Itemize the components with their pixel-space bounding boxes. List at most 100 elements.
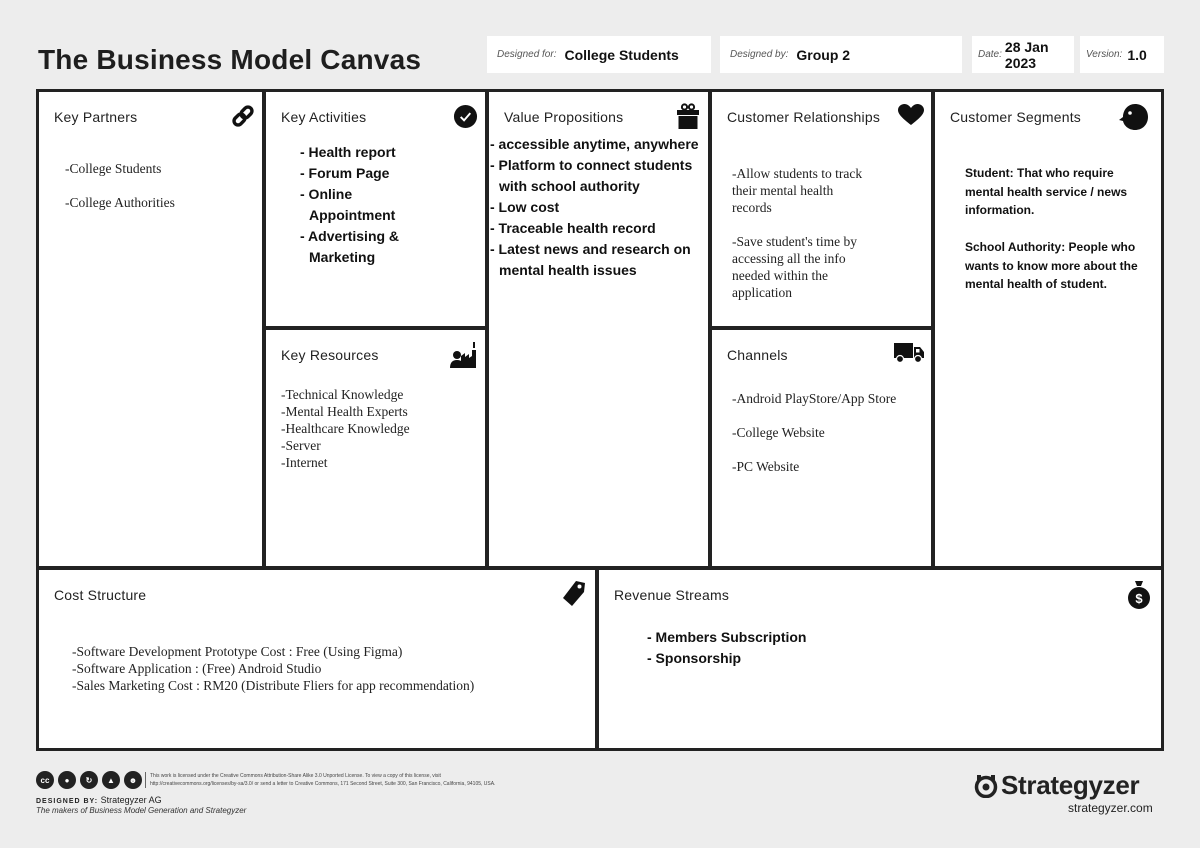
value-propositions-content: - accessible anytime, anywhere - Platfor… (490, 134, 699, 281)
cc-nc-icon: ▲ (102, 771, 120, 789)
checkmark-icon (453, 104, 478, 129)
heart-icon (898, 104, 924, 125)
page-title: The Business Model Canvas (38, 44, 422, 75)
list-item: accessing all the info (732, 251, 846, 266)
date-value: 28 Jan 2023 (1004, 38, 1049, 71)
cc-icon: cc (36, 771, 54, 789)
designed-by-value: Group 2 (796, 46, 851, 63)
svg-text:$: $ (1135, 591, 1143, 606)
money-bag-icon: $ (1128, 581, 1150, 609)
value-propositions-title: Value Propositions (504, 109, 624, 125)
revenue-streams-block[interactable]: Revenue Streams $ - Members Subscription… (599, 570, 1161, 748)
customer-relationships-content: -Allow students to track their mental he… (732, 165, 862, 301)
date-field[interactable]: Date: 28 Jan 2023 (972, 36, 1074, 73)
list-item: - Platform to connect students (490, 157, 693, 173)
cost-structure-content: -Software Development Prototype Cost : F… (72, 643, 474, 694)
cc-by-icon: ● (58, 771, 76, 789)
list-item: - Online (300, 186, 353, 202)
strategyzer-logo-icon (974, 774, 998, 798)
list-item: with school authority (499, 178, 640, 194)
customer-segments-block[interactable]: Customer Segments Student: That who requ… (935, 92, 1161, 566)
list-item: -College Authorities (65, 195, 175, 210)
channels-title: Channels (727, 347, 788, 363)
cost-structure-block[interactable]: Cost Structure -Software Development Pro… (39, 570, 595, 748)
version-field[interactable]: Version: 1.0 (1080, 36, 1164, 73)
designed-for-field[interactable]: Designed for: College Students (487, 36, 711, 73)
list-item: -College Website (732, 425, 825, 440)
list-item: -Technical Knowledge (281, 387, 404, 402)
list-item: - accessible anytime, anywhere (490, 136, 699, 152)
factory-worker-icon (450, 342, 476, 368)
truck-icon (894, 343, 924, 364)
face-icon (1119, 104, 1148, 130)
revenue-streams-content: - Members Subscription - Sponsorship (647, 627, 806, 669)
list-item: School Authority: People who (965, 240, 1136, 254)
list-item: -PC Website (732, 459, 800, 474)
customer-relationships-title: Customer Relationships (727, 109, 881, 125)
list-item: - Health report (300, 144, 396, 160)
value-propositions-block[interactable]: Value Propositions - accessible anytime,… (489, 92, 708, 566)
list-item: needed within the (732, 268, 828, 283)
designed-for-label: Designed for: (497, 49, 557, 60)
list-item: Marketing (309, 249, 376, 265)
list-item: -Mental Health Experts (281, 404, 408, 419)
list-item: - Sponsorship (647, 650, 742, 666)
channels-block[interactable]: Channels -Android PlayStore/App Store -C… (712, 330, 931, 566)
customer-segments-title: Customer Segments (950, 109, 1082, 125)
list-item: -Server (281, 438, 321, 453)
cc-sa-icon: ↻ (80, 771, 98, 789)
key-activities-block[interactable]: Key Activities - Health report - Forum P… (266, 92, 485, 326)
list-item: -Android PlayStore/App Store (732, 391, 897, 406)
version-value: 1.0 (1127, 46, 1147, 63)
list-item: information. (965, 203, 1035, 217)
list-item: -College Students (65, 161, 162, 176)
key-partners-block[interactable]: Key Partners -College Students -College … (39, 92, 262, 566)
designed-by-field[interactable]: Designed by: Group 2 (720, 36, 962, 73)
list-item: - Forum Page (300, 165, 390, 181)
channels-content: -Android PlayStore/App Store -College We… (732, 390, 896, 475)
customer-relationships-block[interactable]: Customer Relationships -Allow students t… (712, 92, 931, 326)
brand-name: Strategyzer (1001, 770, 1140, 800)
designed-by-label: Designed by: (730, 49, 789, 60)
designed-by-credit-label: DESIGNED BY: (36, 798, 99, 805)
list-item: -Internet (281, 455, 328, 470)
list-item: -Sales Marketing Cost : RM20 (Distribute… (72, 678, 475, 693)
list-item: - Low cost (490, 199, 560, 215)
license-line: This work is licensed under the Creative… (150, 773, 441, 779)
list-item: -Save student's time by (732, 234, 858, 249)
license-text: This work is licensed under the Creative… (150, 772, 540, 788)
list-item: wants to know more about the (965, 258, 1138, 273)
list-item: -Software Application : (Free) Android S… (72, 661, 322, 676)
version-label: Version: (1086, 49, 1123, 60)
list-item: mental health of student. (965, 277, 1108, 291)
list-item: - Latest news and research on (490, 241, 691, 257)
tagline: The makers of Business Model Generation … (36, 806, 247, 815)
cc-person-icon: ☻ (124, 771, 142, 789)
list-item: -Healthcare Knowledge (281, 421, 410, 436)
license-icons[interactable]: cc ● ↻ ▲ ☻ (36, 771, 142, 789)
brand-url-link[interactable]: strategyzer.com (1068, 801, 1153, 815)
strategyzer-logo[interactable]: Strategyzer (974, 770, 1140, 801)
cost-structure-title: Cost Structure (54, 587, 147, 603)
designed-for-value: College Students (564, 46, 679, 63)
list-item: their mental health (732, 183, 834, 198)
list-item: mental health issues (499, 262, 637, 278)
list-item: Appointment (309, 207, 396, 223)
link-icon (232, 105, 254, 127)
key-activities-content: - Health report - Forum Page - Online Ap… (300, 142, 399, 268)
date-label: Date: (978, 49, 1002, 60)
key-activities-title: Key Activities (281, 109, 367, 125)
designed-by-credit: DESIGNED BY: Strategyzer AG (36, 795, 162, 805)
key-resources-block[interactable]: Key Resources -Technical Knowledge -Ment… (266, 330, 485, 566)
list-item: application (732, 285, 792, 300)
list-item: -Software Development Prototype Cost : F… (72, 644, 403, 659)
list-item: records (732, 200, 772, 215)
price-tag-icon (563, 581, 585, 606)
list-item: -Allow students to track (732, 166, 863, 181)
revenue-streams-title: Revenue Streams (614, 587, 730, 603)
license-line: http://creativecommons.org/licenses/by-s… (150, 781, 496, 787)
divider (145, 772, 146, 788)
list-item: mental health service / news (965, 184, 1128, 199)
gift-icon (677, 103, 699, 129)
list-item: - Traceable health record (490, 220, 656, 236)
